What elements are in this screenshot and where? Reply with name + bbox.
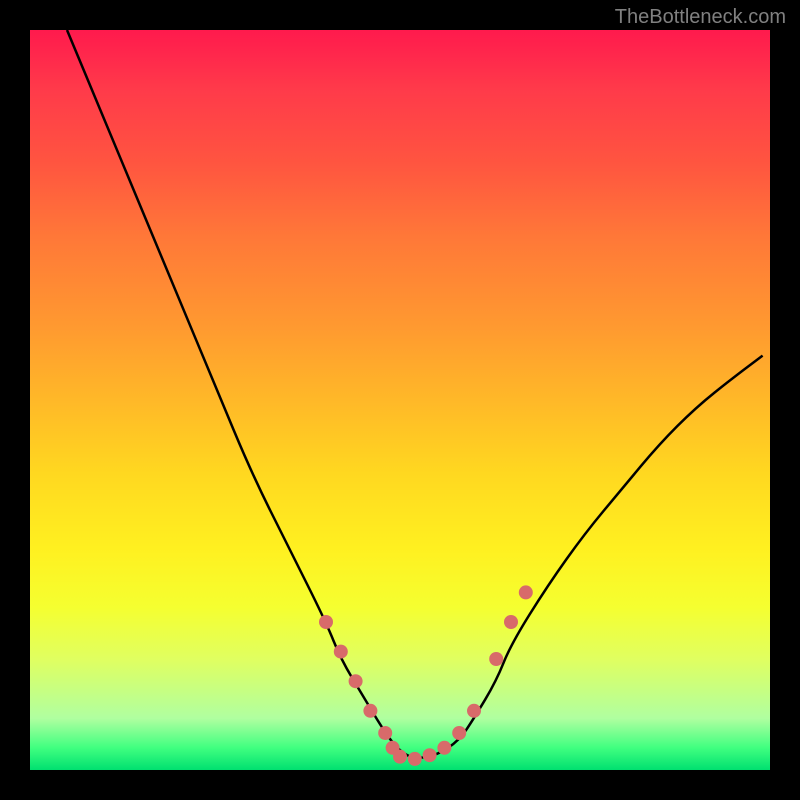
bottleneck-curve (67, 30, 763, 758)
data-marker (504, 615, 518, 629)
data-marker (378, 726, 392, 740)
data-marker (423, 748, 437, 762)
watermark-text: TheBottleneck.com (615, 6, 786, 29)
data-marker (349, 674, 363, 688)
chart-plot-area (30, 30, 770, 770)
data-marker (334, 645, 348, 659)
data-marker (393, 750, 407, 764)
data-marker (489, 652, 503, 666)
data-marker (408, 752, 422, 766)
data-marker (467, 704, 481, 718)
data-marker (452, 726, 466, 740)
data-marker (319, 615, 333, 629)
chart-svg (30, 30, 770, 770)
data-marker (519, 585, 533, 599)
data-marker (437, 741, 451, 755)
data-marker (363, 704, 377, 718)
